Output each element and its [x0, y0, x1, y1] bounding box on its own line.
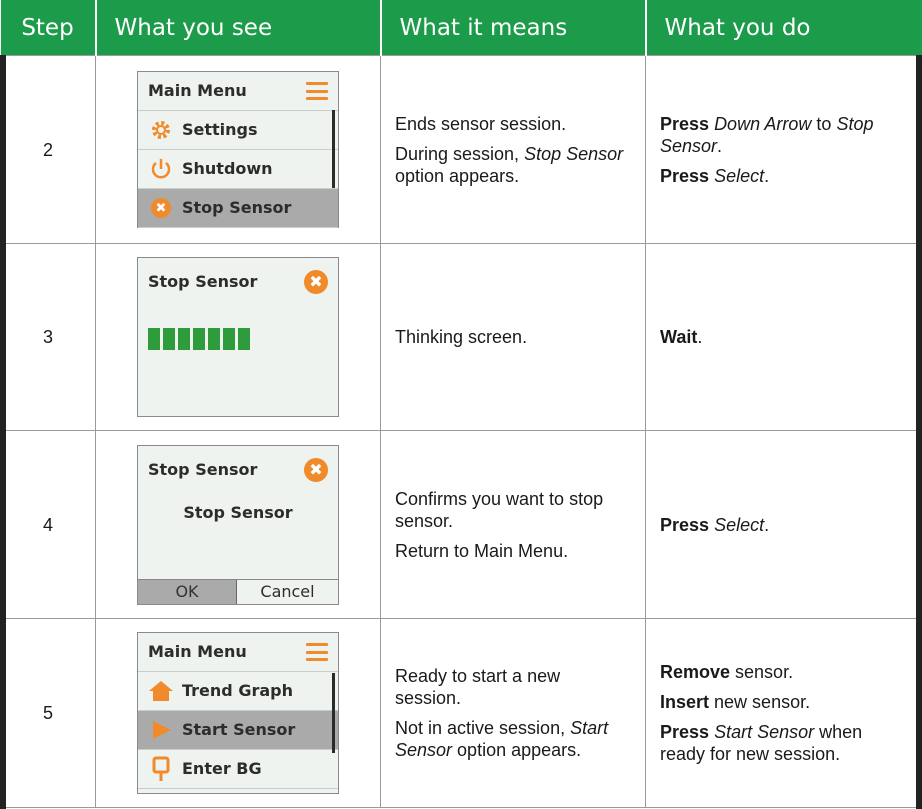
screen-title-bar: Main Menu [138, 633, 338, 672]
meaning-text: Ends sensor session. [395, 113, 567, 134]
home-icon [148, 678, 174, 704]
menu-item-start-sensor: Start Sensor [138, 711, 338, 750]
table-row: 5 Main Menu Trend Graph Start Sensor Ent… [0, 618, 922, 808]
header-what-it-means: What it means [380, 0, 647, 56]
menu-item-label: Trend Graph [182, 681, 293, 700]
action-cell: Wait. [645, 243, 922, 431]
power-icon [148, 156, 174, 182]
gear-icon [148, 117, 174, 143]
screen-title-bar: Stop Sensor ✖ [138, 446, 338, 482]
hamburger-menu-icon [306, 643, 328, 661]
step-number: 4 [0, 430, 96, 619]
x-circle-icon: ✖ [304, 270, 328, 294]
action-cell: Press Down Arrow to Stop Sensor. Press S… [645, 55, 922, 244]
meaning-cell: Thinking screen. [380, 243, 646, 431]
play-icon [148, 717, 174, 743]
menu-item-label: Stop Sensor [182, 198, 292, 217]
device-screen-main-menu: Main Menu Trend Graph Start Sensor Enter… [137, 632, 339, 794]
screen-cell: Main Menu Trend Graph Start Sensor Enter… [95, 618, 381, 808]
menu-item-settings: Settings [138, 111, 338, 150]
screen-title: Stop Sensor [148, 459, 258, 479]
scrollbar-indicator [332, 110, 335, 188]
screen-title: Main Menu [148, 642, 247, 661]
action-text: Remove sensor. [660, 662, 794, 682]
meter-icon [148, 756, 174, 782]
menu-item-label: Shutdown [182, 159, 273, 178]
scrollbar-indicator [332, 673, 335, 753]
device-screen-thinking: Stop Sensor ✖ [137, 257, 339, 417]
table-row: 4 Stop Sensor ✖ Stop Sensor OK Cancel Co… [0, 430, 922, 619]
screen-cell: Main Menu Settings Shutdown ✖ Stop Senso… [95, 55, 381, 244]
action-text: Press Start Sensor when ready for new se… [660, 722, 863, 764]
action-cell: Remove sensor. Insert new sensor. Press … [645, 618, 922, 808]
meaning-text: Not in active session, Start Sensor opti… [395, 718, 609, 760]
menu-item-stop-sensor: ✖ Stop Sensor [138, 189, 338, 228]
confirm-message: Stop Sensor [183, 502, 293, 522]
hamburger-menu-icon [306, 82, 328, 100]
x-circle-icon: ✖ [148, 195, 174, 221]
progress-bar [148, 328, 250, 350]
menu-item-label: Settings [182, 120, 258, 139]
action-text: Insert new sensor. [660, 692, 811, 712]
action-text: Wait. [660, 327, 703, 347]
action-text: Press Down Arrow to Stop Sensor. [660, 113, 874, 156]
screen-button-bar: OK Cancel [138, 578, 338, 604]
table-header-row: Step What you see What it means What you… [0, 0, 922, 56]
action-text: Press Select. [660, 165, 770, 186]
meaning-cell: Confirms you want to stop sensor. Return… [380, 430, 646, 619]
page: Step What you see What it means What you… [0, 0, 922, 809]
right-border-bar [916, 55, 922, 809]
step-number: 2 [0, 55, 96, 244]
instruction-table: Step What you see What it means What you… [0, 0, 922, 808]
meaning-text: During session, Stop Sensor option appea… [395, 143, 624, 186]
meaning-cell: Ready to start a new session. Not in act… [380, 618, 646, 808]
meaning-text: Confirms you want to stop sensor. [395, 488, 604, 531]
screen-cell: Stop Sensor ✖ [95, 243, 381, 431]
meaning-text: Thinking screen. [395, 327, 528, 347]
menu-item-enter-bg: Enter BG [138, 750, 338, 789]
step-number: 3 [0, 243, 96, 431]
header-what-you-see: What you see [95, 0, 382, 56]
screen-cell: Stop Sensor ✖ Stop Sensor OK Cancel [95, 430, 381, 619]
x-circle-icon: ✖ [304, 457, 328, 482]
menu-item-label: Enter BG [182, 759, 262, 778]
action-cell: Press Select. [645, 430, 922, 619]
screen-title-bar: Main Menu [138, 72, 338, 111]
header-step: Step [0, 0, 97, 56]
menu-item-trend-graph: Trend Graph [138, 672, 338, 711]
header-what-you-do: What you do [645, 0, 922, 56]
left-border-bar [0, 55, 6, 809]
device-screen-main-menu: Main Menu Settings Shutdown ✖ Stop Senso… [137, 71, 339, 228]
meaning-cell: Ends sensor session. During session, Sto… [380, 55, 646, 244]
screen-title: Main Menu [148, 81, 247, 100]
meaning-text: Ready to start a new session. [395, 666, 561, 708]
table-row: 3 Stop Sensor ✖ Thinking screen. Wait. [0, 243, 922, 431]
menu-item-label: Start Sensor [182, 720, 296, 739]
ok-button: OK [138, 579, 237, 604]
meaning-text: Return to Main Menu. [395, 540, 569, 561]
cancel-button: Cancel [237, 579, 338, 604]
action-text: Press Select. [660, 514, 770, 535]
table-row: 2 Main Menu Settings Shutdown ✖ Stop Sen… [0, 55, 922, 244]
step-number: 5 [0, 618, 96, 808]
menu-item-shutdown: Shutdown [138, 150, 338, 189]
device-screen-confirm: Stop Sensor ✖ Stop Sensor OK Cancel [137, 444, 339, 605]
screen-title-bar: Stop Sensor ✖ [138, 258, 338, 294]
screen-title: Stop Sensor [148, 272, 258, 291]
